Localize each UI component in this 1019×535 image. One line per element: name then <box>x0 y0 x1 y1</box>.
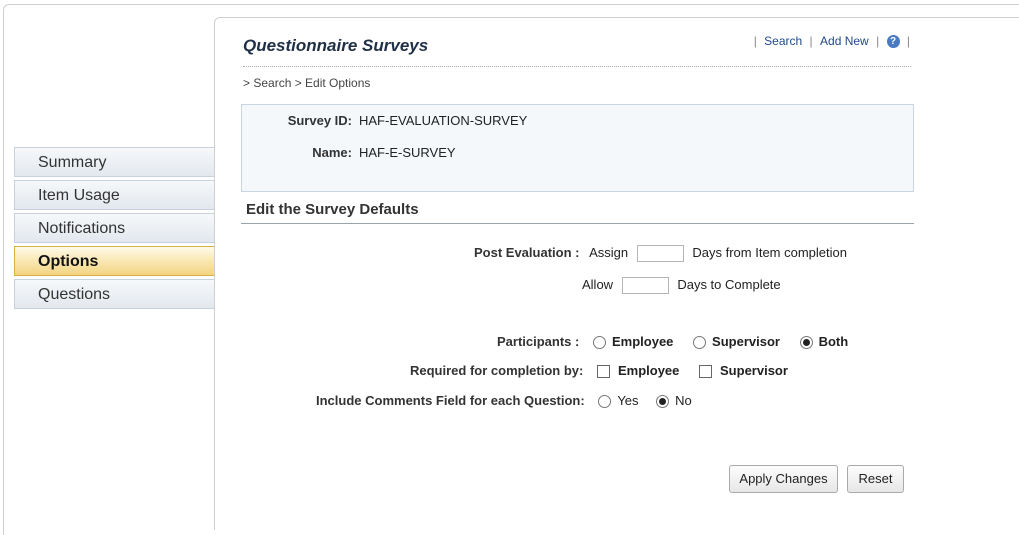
sidebar-item-summary[interactable]: Summary <box>14 147 215 177</box>
allow-days-input[interactable] <box>621 277 669 295</box>
participants-employee-radio[interactable] <box>592 336 606 350</box>
required-label: Required for completion by: <box>410 363 584 378</box>
sidebar-item-options[interactable]: Options <box>14 246 229 276</box>
name-value: HAF-E-SURVEY <box>359 145 456 160</box>
apply-changes-button[interactable]: Apply Changes <box>729 465 838 493</box>
assign-suffix: Days from Item completion <box>692 245 847 260</box>
section-divider <box>241 223 914 224</box>
help-icon[interactable]: ? <box>886 35 900 49</box>
participants-both-label: Both <box>818 334 849 349</box>
survey-info-box: Survey ID: HAF-EVALUATION-SURVEY Name: H… <box>241 104 914 192</box>
allow-label: Allow <box>582 277 614 292</box>
comments-label: Include Comments Field for each Question… <box>316 393 585 408</box>
participants-both-radio[interactable] <box>799 336 813 350</box>
survey-id-label: Survey ID: <box>287 113 352 128</box>
sidebar-item-label: Notifications <box>38 220 126 237</box>
comments-no-label: No <box>675 393 692 408</box>
comments-yes-radio[interactable] <box>598 395 612 409</box>
post-evaluation-row: Post Evaluation : Assign Days from Item … <box>474 245 847 263</box>
sidebar-item-label: Item Usage <box>38 187 120 204</box>
assign-days-input[interactable] <box>636 245 684 263</box>
comments-no-radio[interactable] <box>656 395 670 409</box>
participants-employee-label: Employee <box>611 334 674 349</box>
post-evaluation-label: Post Evaluation : <box>474 245 580 260</box>
participants-row: Participants : Employee Supervisor Both <box>497 334 854 350</box>
survey-id-value: HAF-EVALUATION-SURVEY <box>359 113 528 128</box>
required-row: Required for completion by: Employee Sup… <box>410 363 794 379</box>
name-label: Name: <box>312 145 352 160</box>
add-new-link[interactable]: Add New <box>820 34 869 48</box>
sidebar-nav: Summary Item Usage Notifications Options… <box>14 147 229 312</box>
main-panel: Questionnaire Surveys | Search | Add New… <box>214 17 1019 530</box>
header-links: | Search | Add New | ? | <box>753 34 910 49</box>
search-link[interactable]: Search <box>764 34 802 48</box>
section-title: Edit the Survey Defaults <box>246 201 419 218</box>
participants-supervisor-radio[interactable] <box>693 336 707 350</box>
sidebar-item-notifications[interactable]: Notifications <box>14 213 215 243</box>
required-supervisor-checkbox[interactable] <box>699 365 713 379</box>
allow-suffix: Days to Complete <box>677 277 781 292</box>
required-supervisor-label: Supervisor <box>720 363 788 378</box>
comments-yes-label: Yes <box>617 393 639 408</box>
assign-label: Assign <box>589 245 629 260</box>
participants-label: Participants : <box>497 334 580 349</box>
sidebar-item-label: Options <box>38 253 99 270</box>
sidebar-item-item-usage[interactable]: Item Usage <box>14 180 215 210</box>
divider <box>243 66 911 67</box>
required-employee-checkbox[interactable] <box>596 365 610 379</box>
breadcrumb: > Search > Edit Options <box>243 76 371 90</box>
required-employee-label: Employee <box>617 363 680 378</box>
allow-row: Allow Days to Complete <box>582 277 781 295</box>
reset-button[interactable]: Reset <box>847 465 904 493</box>
sidebar-item-label: Summary <box>38 154 107 171</box>
participants-supervisor-label: Supervisor <box>712 334 780 349</box>
comments-row: Include Comments Field for each Question… <box>316 393 692 409</box>
sidebar-item-label: Questions <box>38 286 111 303</box>
sidebar-item-questions[interactable]: Questions <box>14 279 215 309</box>
page-title: Questionnaire Surveys <box>243 36 429 55</box>
